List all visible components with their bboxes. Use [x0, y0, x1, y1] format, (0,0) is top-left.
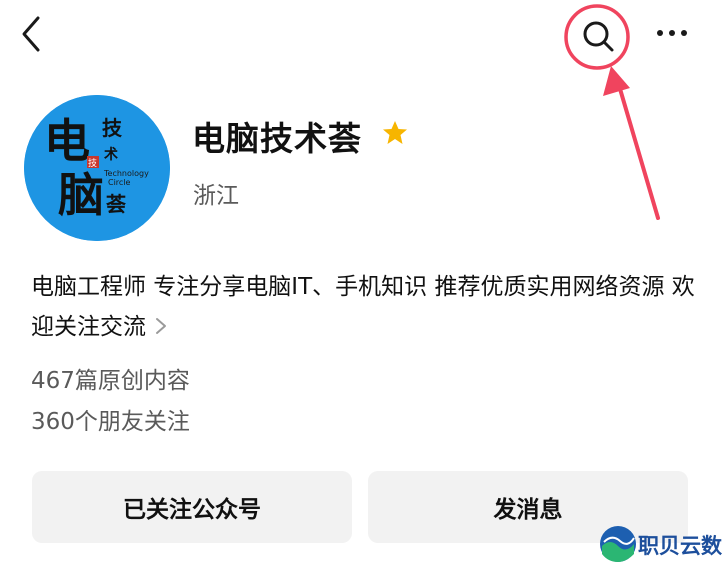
avatar-char-2: 脑: [58, 168, 104, 222]
chevron-left-icon: [22, 16, 40, 52]
send-message-button[interactable]: 发消息: [368, 471, 688, 543]
account-name: 电脑技术荟: [192, 119, 362, 158]
avatar-small-char-1: 技: [102, 116, 123, 140]
annotation-arrow-shaft: [616, 80, 660, 220]
region-label: 浙江: [193, 183, 239, 209]
search-icon: [583, 21, 614, 52]
account-intro[interactable]: 电脑工程师 专注分享电脑IT、手机知识 推荐优质实用网络资源 欢迎关注交流: [31, 267, 701, 347]
avatar-seal-char: 技: [88, 157, 97, 169]
chevron-right-icon: [156, 318, 166, 334]
top-bar: [0, 0, 728, 70]
annotation-arrow-head: [603, 66, 630, 96]
intro-text: 电脑工程师 专注分享电脑IT、手机知识 推荐优质实用网络资源 欢迎关注交流: [31, 274, 695, 340]
avatar-english-1: Technology: [103, 169, 149, 178]
send-message-button-label: 发消息: [493, 497, 563, 523]
avatar[interactable]: 电 脑 技 术 技 Technology Circle 荟: [24, 95, 170, 241]
more-dots-icon: [657, 30, 687, 36]
avatar-small-char-3: 荟: [105, 192, 126, 216]
friends-following-count[interactable]: 360个朋友关注: [31, 402, 190, 436]
more-button[interactable]: [650, 16, 694, 50]
star-icon[interactable]: [380, 118, 410, 148]
avatar-char-1: 电: [44, 114, 90, 168]
articles-count[interactable]: 467篇原创内容: [31, 361, 190, 395]
search-button[interactable]: [572, 10, 624, 62]
avatar-logo: 电 脑 技 术 技 Technology Circle 荟: [24, 95, 170, 241]
followed-button[interactable]: 已关注公众号: [32, 471, 352, 543]
followed-button-label: 已关注公众号: [123, 497, 261, 523]
avatar-english-2: Circle: [108, 178, 131, 187]
avatar-small-char-2: 术: [104, 146, 118, 163]
back-button[interactable]: [14, 12, 54, 56]
